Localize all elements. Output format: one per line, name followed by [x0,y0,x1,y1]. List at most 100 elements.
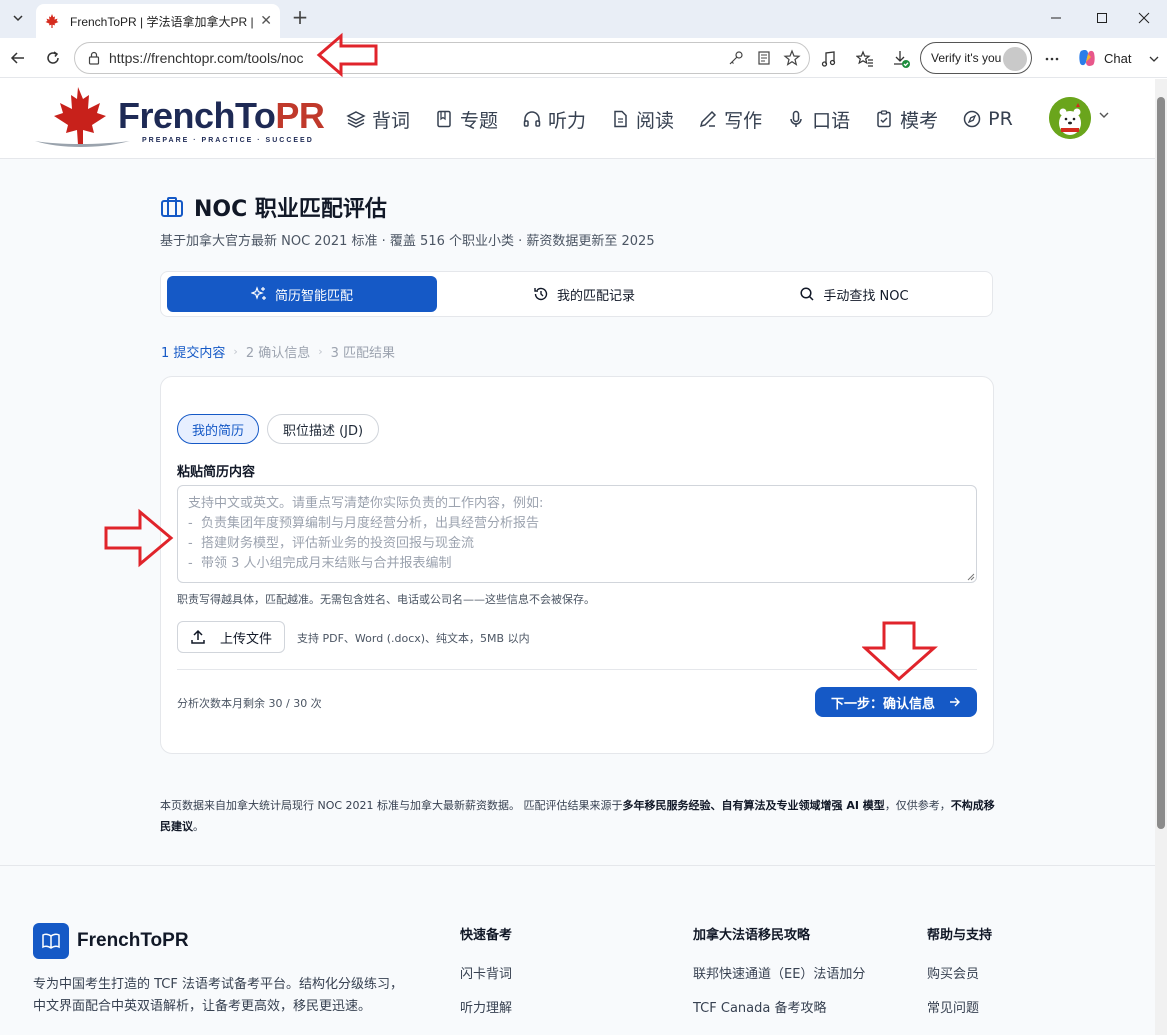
document-icon [614,110,627,128]
annotation-arrow-down-icon [862,621,938,682]
minimize-button[interactable] [1033,0,1079,36]
nav-item-pr[interactable]: PR [962,105,1013,133]
new-tab-button[interactable]: + [288,6,312,30]
page-title: NOC 职业匹配评估 [160,191,387,223]
footer-logo[interactable]: FrenchToPR [33,923,189,959]
close-window-button[interactable] [1121,0,1167,36]
mode-manual-search[interactable]: 手动查找 NOC [719,276,989,312]
browser-toolbar: https://frenchtopr.com/tools/noc Verify … [0,38,1167,78]
downloads-icon[interactable] [890,48,912,70]
step-1: 1 提交内容 [161,346,226,361]
favorite-star-icon[interactable] [782,48,802,68]
back-button[interactable] [6,46,30,70]
footer-column-prep: 快速备考 闪卡背词 听力理解 [460,928,513,1016]
scrollbar-thumb[interactable] [1157,97,1165,829]
pen-icon [700,110,717,128]
tab-my-resume[interactable]: 我的简历 [177,414,259,444]
chevron-right-icon: › [318,345,323,358]
sparkles-icon [250,286,266,300]
site-header: FrenchToPR PREPARE · PRACTICE · SUCCEED … [0,79,1155,159]
upload-hint: 支持 PDF、Word (.docx)、纯文本，5MB 以内 [297,632,530,645]
nav-item-vocab[interactable]: 背词 [346,105,410,133]
headphones-icon [523,111,541,127]
footer-link[interactable]: 听力理解 [460,997,512,1016]
nav-item-reading[interactable]: 阅读 [610,105,674,133]
reader-mode-icon[interactable] [754,48,774,68]
sidebar-chevron-icon[interactable] [1143,48,1165,70]
resume-hint: 职责写得越具体，匹配越准。无需包含姓名、电话或公司名——这些信息不会被保存。 [177,593,595,606]
tab-title: FrenchToPR | 学法语拿加拿大PR | T [70,14,255,29]
reload-icon [47,51,59,64]
password-key-icon[interactable] [726,48,746,68]
logo-wordmark: FrenchToPR [118,95,325,136]
page-subtitle: 基于加拿大官方最新 NOC 2021 标准 · 覆盖 516 个职业小类 · 薪… [160,234,655,249]
footer-column-immigration: 加拿大法语移民攻略 联邦快速通道（EE）法语加分 TCF Canada 备考攻略 [693,928,866,1016]
briefcase-icon [161,197,183,217]
footer-column-help: 帮助与支持 购买会员 常见问题 [927,928,993,1016]
maximize-button[interactable] [1079,0,1125,36]
annotation-arrow-right-icon [104,508,174,568]
nav-item-listening[interactable]: 听力 [522,105,586,133]
data-disclaimer: 本页数据来自加拿大统计局现行 NOC 2021 标准与加拿大最新薪资数据。 匹配… [160,799,995,833]
footer-link[interactable]: TCF Canada 备考攻略 [693,997,865,1016]
resize-handle-icon[interactable] [967,573,975,581]
mode-resume-match[interactable]: 简历智能匹配 [167,276,437,312]
open-book-icon [33,923,69,959]
layers-icon [346,111,366,128]
site-logo[interactable]: FrenchToPR PREPARE · PRACTICE · SUCCEED [30,83,325,153]
upload-icon [191,629,205,644]
compass-icon [963,110,981,128]
search-icon [800,287,814,301]
nav-item-topics[interactable]: 专题 [434,105,498,133]
arrow-right-icon [950,697,960,707]
close-tab-icon[interactable]: ✕ [260,13,272,29]
profile-avatar-icon [1003,47,1027,71]
step-2: 2 确认信息 [245,346,311,361]
resume-textarea[interactable]: 支持中文或英文。请重点写清楚你实际负责的工作内容，例如: - 负责集团年度预算编… [177,485,977,583]
footer-link[interactable]: 闪卡背词 [460,963,512,982]
media-icon[interactable] [818,48,840,70]
upload-file-button[interactable]: 上传文件 [177,621,285,653]
card-divider [177,669,977,670]
favorites-icon[interactable] [854,48,876,70]
submission-card: 我的简历 职位描述 (JD) 粘贴简历内容 支持中文或英文。请重点写清楚你实际负… [160,376,994,754]
user-avatar[interactable] [1049,97,1091,139]
analysis-quota: 分析次数本月剩余 30 / 30 次 [177,697,322,710]
tab-job-description[interactable]: 职位描述 (JD) [267,414,379,444]
browser-tab[interactable]: FrenchToPR | 学法语拿加拿大PR | T ✕ [36,4,280,38]
more-options-icon[interactable] [1041,48,1063,70]
mode-switcher: 简历智能匹配 我的匹配记录 手动查找 NOC [160,271,993,317]
footer-description: 专为中国考生打造的 TCF 法语考试备考平台。结构化分级练习，中文界面配合中英双… [33,977,403,1014]
footer-link[interactable]: 常见问题 [927,997,992,1016]
step-3: 3 匹配结果 [330,346,396,361]
main-nav: 背词 专题 听力 阅读 写作 口语 模考 PR [346,105,1037,133]
mode-history[interactable]: 我的匹配记录 [449,276,719,312]
address-bar[interactable]: https://frenchtopr.com/tools/noc [74,42,810,74]
book-icon [437,110,451,128]
verify-label: Verify it's you [931,51,1002,65]
copilot-chat-button[interactable]: Chat [1076,46,1131,70]
polar-bear-avatar-icon [1049,97,1091,139]
nav-item-writing[interactable]: 写作 [698,105,762,133]
chat-label: Chat [1104,50,1132,66]
maximize-icon [1097,13,1107,23]
page-scrollbar[interactable] [1155,79,1167,1035]
reload-button[interactable] [41,46,65,70]
site-footer: FrenchToPR 专为中国考生打造的 TCF 法语考试备考平台。结构化分级练… [0,865,1155,1035]
next-step-button[interactable]: 下一步：确认信息 [815,687,977,717]
arrow-left-icon [10,52,24,64]
lock-icon [88,51,100,65]
copilot-icon [1079,50,1095,66]
footer-link[interactable]: 联邦快速通道（EE）法语加分 [693,963,865,982]
verify-profile-button[interactable]: Verify it's you [920,42,1032,74]
close-icon [1138,12,1150,24]
history-icon [534,287,548,301]
tab-list-button[interactable] [6,6,30,30]
microphone-icon [790,110,802,127]
footer-link[interactable]: 购买会员 [927,963,992,982]
logo-tagline: PREPARE · PRACTICE · SUCCEED [142,137,314,144]
maple-leaf-icon [45,14,59,28]
nav-item-mock-exam[interactable]: 模考 [874,105,938,133]
user-menu-chevron-icon[interactable] [1098,109,1110,124]
nav-item-speaking[interactable]: 口语 [786,105,850,133]
